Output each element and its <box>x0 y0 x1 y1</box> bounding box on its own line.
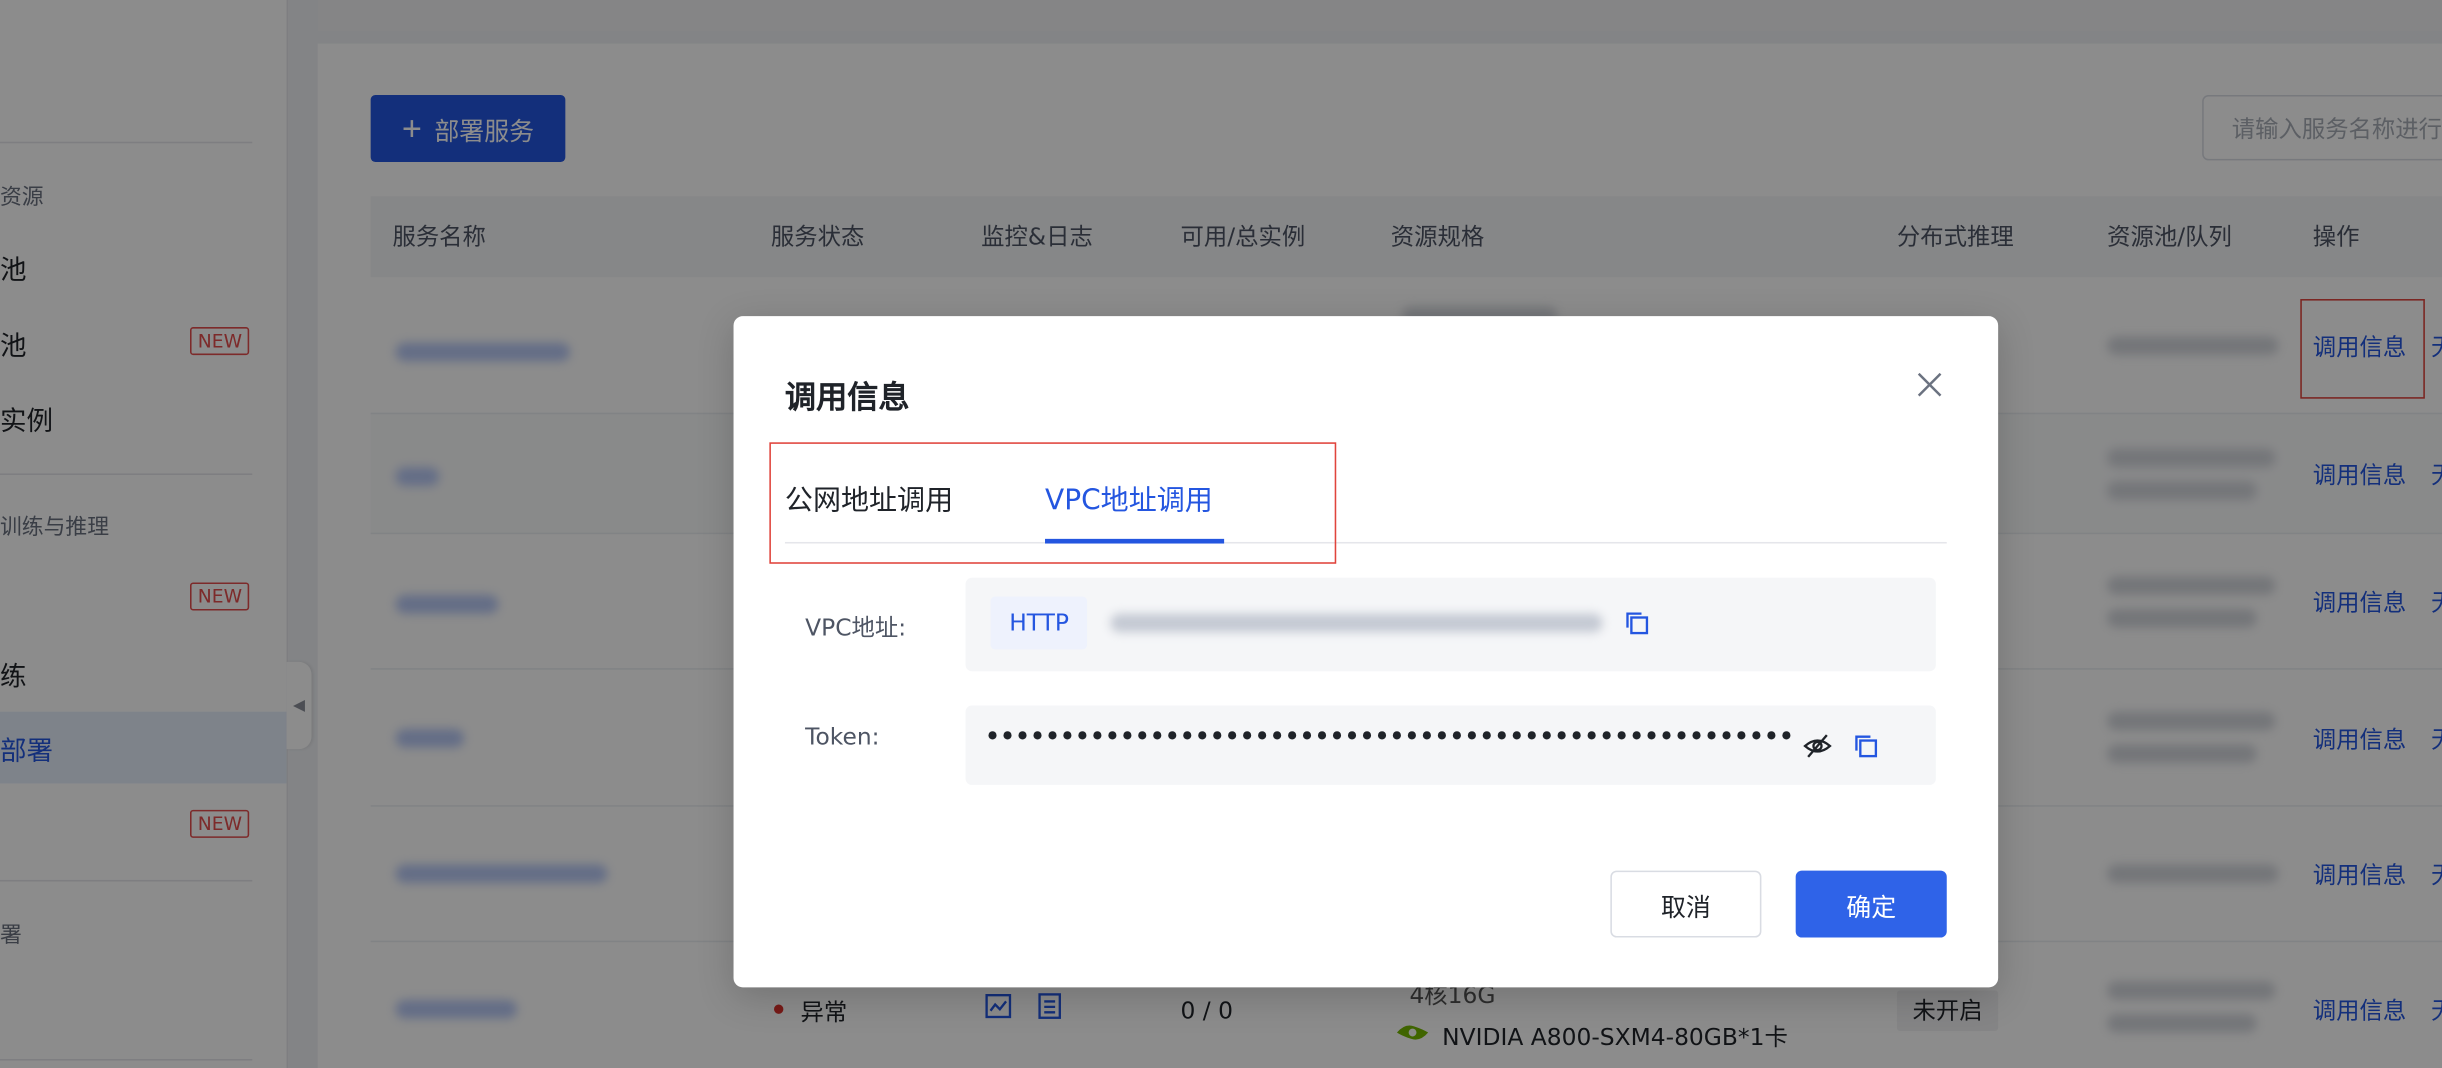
vpc-address-label: VPC地址: <box>805 613 907 642</box>
modal-title: 调用信息 <box>784 378 910 416</box>
copy-icon[interactable] <box>1623 609 1651 637</box>
eye-off-icon[interactable] <box>1802 730 1833 761</box>
invoke-info-modal: 调用信息 公网地址调用 VPC地址调用 VPC地址: HTTP Token: •… <box>733 316 1999 988</box>
vpc-address-field: HTTP <box>965 577 1936 672</box>
token-label: Token: <box>805 722 880 751</box>
app-root: 资源 池 池 NEW 实例 训练与推理 NEW 练 部署 NEW 署 ◀ + 部署… <box>0 0 2442 1068</box>
close-icon[interactable] <box>1912 368 1946 402</box>
copy-icon[interactable] <box>1852 732 1880 760</box>
cancel-button[interactable]: 取消 <box>1610 870 1762 938</box>
token-masked-value: ••••••••••••••••••••••••••••••••••••••••… <box>984 721 1794 754</box>
highlight-box-tabs <box>769 442 1337 564</box>
confirm-button[interactable]: 确定 <box>1795 870 1947 938</box>
token-field: ••••••••••••••••••••••••••••••••••••••••… <box>965 705 1936 785</box>
vpc-url-redacted <box>1110 613 1603 633</box>
protocol-tag: HTTP <box>990 596 1088 650</box>
